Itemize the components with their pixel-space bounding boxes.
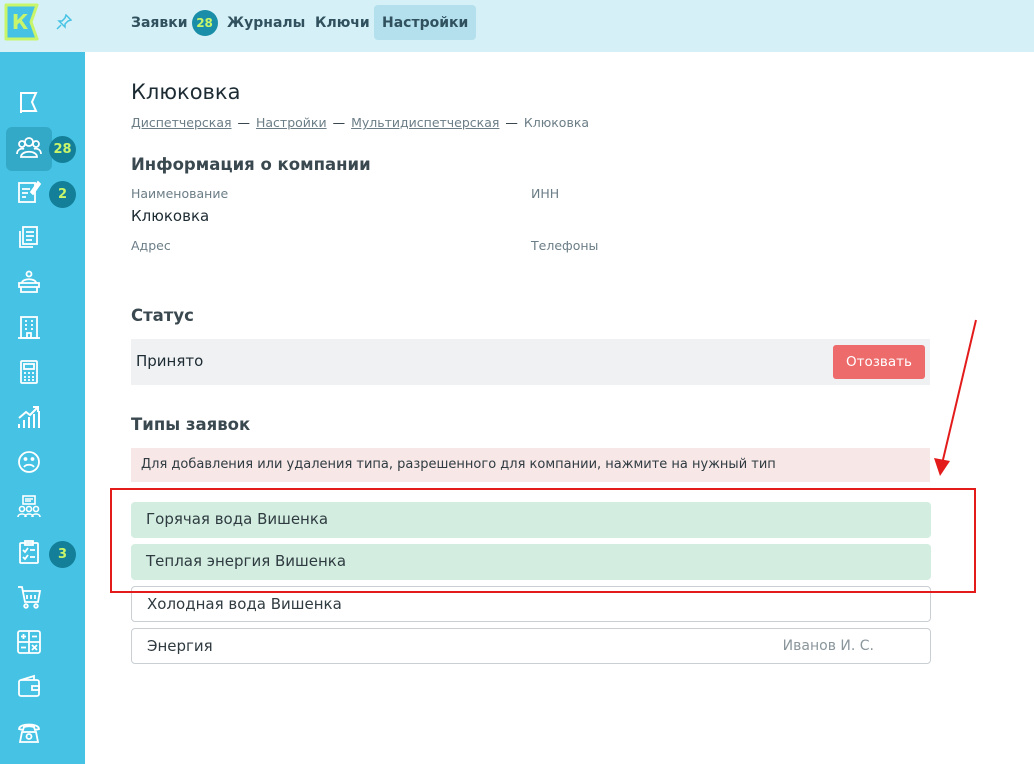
- nav-item-complaints[interactable]: [6, 442, 52, 486]
- edit-note-icon: [16, 179, 42, 209]
- request-type-item[interactable]: Энергия Иванов И. С.: [131, 628, 931, 664]
- nav-item-main[interactable]: [6, 82, 52, 126]
- breadcrumb-separator: —: [237, 115, 251, 130]
- tab-settings[interactable]: Настройки: [374, 5, 477, 40]
- nav-item-documents[interactable]: [6, 217, 52, 261]
- building-icon: [16, 314, 42, 344]
- nav-badge-tasks: 3: [49, 541, 76, 568]
- top-bar: Заявки 28 Журналы Ключи Настройки: [85, 0, 1034, 52]
- logo-icon[interactable]: К: [3, 2, 43, 42]
- nav-item-tasks[interactable]: [6, 532, 52, 576]
- calculator-icon: [16, 359, 42, 389]
- revoke-button[interactable]: Отозвать: [833, 345, 925, 379]
- inn-label: ИНН: [531, 186, 560, 201]
- nav-item-calculator[interactable]: [6, 352, 52, 396]
- breadcrumb-link-multidispatcher[interactable]: Мультидиспетчерская: [351, 115, 499, 130]
- users-group-icon: [16, 134, 42, 164]
- tab-journals[interactable]: Журналы: [219, 5, 313, 40]
- nav-item-requests[interactable]: [6, 127, 52, 171]
- request-type-label: Энергия: [147, 637, 213, 655]
- cart-icon: [16, 584, 42, 614]
- request-types-heading: Типы заявок: [131, 415, 251, 434]
- pin-icon[interactable]: [56, 13, 73, 30]
- tab-label: Ключи: [315, 14, 370, 31]
- tab-label: Настройки: [382, 14, 469, 31]
- documents-icon: [16, 224, 42, 254]
- request-type-label: Холодная вода Вишенка: [147, 595, 342, 613]
- address-label: Адрес: [131, 238, 171, 253]
- nav-item-wallet[interactable]: [6, 667, 52, 711]
- tab-label: Заявки: [131, 14, 188, 31]
- nav-item-dispatcher[interactable]: [6, 262, 52, 306]
- page-title: Клюковка: [131, 80, 241, 104]
- clipboard-check-icon: [16, 539, 42, 569]
- dispatcher-icon: [16, 269, 42, 299]
- breadcrumb-separator: —: [332, 115, 346, 130]
- svg-text:К: К: [12, 10, 29, 34]
- flag-icon: [16, 89, 42, 119]
- chart-growth-icon: [16, 404, 42, 434]
- phones-label: Телефоны: [531, 238, 599, 253]
- nav-item-math[interactable]: [6, 622, 52, 666]
- breadcrumb-current: Клюковка: [523, 115, 590, 130]
- nav-badge-requests: 28: [49, 136, 76, 163]
- nav-item-team[interactable]: [6, 487, 52, 531]
- tab-requests[interactable]: Заявки 28: [123, 5, 226, 40]
- name-label: Наименование: [131, 186, 229, 201]
- status-heading: Статус: [131, 306, 194, 325]
- request-types-hint: Для добавления или удаления типа, разреш…: [131, 448, 930, 482]
- team-icon: [16, 494, 42, 524]
- breadcrumb-separator: —: [505, 115, 518, 130]
- nav-item-shop[interactable]: [6, 577, 52, 621]
- request-type-author: Иванов И. С.: [782, 638, 874, 654]
- name-value: Клюковка: [131, 207, 210, 225]
- breadcrumb: Диспетчерская — Настройки — Мультидиспет…: [131, 115, 589, 130]
- annotation-arrow: [934, 319, 977, 476]
- wallet-icon: [16, 674, 42, 704]
- tab-keys[interactable]: Ключи: [307, 5, 378, 40]
- sidebar: К 28 2 3: [0, 0, 85, 764]
- tab-label: Журналы: [227, 14, 306, 31]
- nav-item-calls[interactable]: [6, 712, 52, 756]
- nav-item-edit[interactable]: [6, 172, 52, 216]
- nav-item-buildings[interactable]: [6, 307, 52, 351]
- math-icon: [16, 629, 42, 659]
- tab-badge-requests: 28: [191, 9, 218, 36]
- breadcrumb-link-settings[interactable]: Настройки: [256, 115, 327, 130]
- annotation-highlight-box: [110, 488, 976, 593]
- sidebar-header: К: [0, 0, 85, 52]
- nav-badge-edit: 2: [49, 181, 76, 208]
- company-info-heading: Информация о компании: [131, 155, 371, 174]
- status-panel: Принято Отозвать: [131, 339, 930, 385]
- sad-face-icon: [16, 449, 42, 479]
- breadcrumb-link-dispatcher[interactable]: Диспетчерская: [131, 115, 232, 130]
- nav-item-analytics[interactable]: [6, 397, 52, 441]
- status-value: Принято: [136, 352, 204, 370]
- phone-icon: [16, 719, 42, 749]
